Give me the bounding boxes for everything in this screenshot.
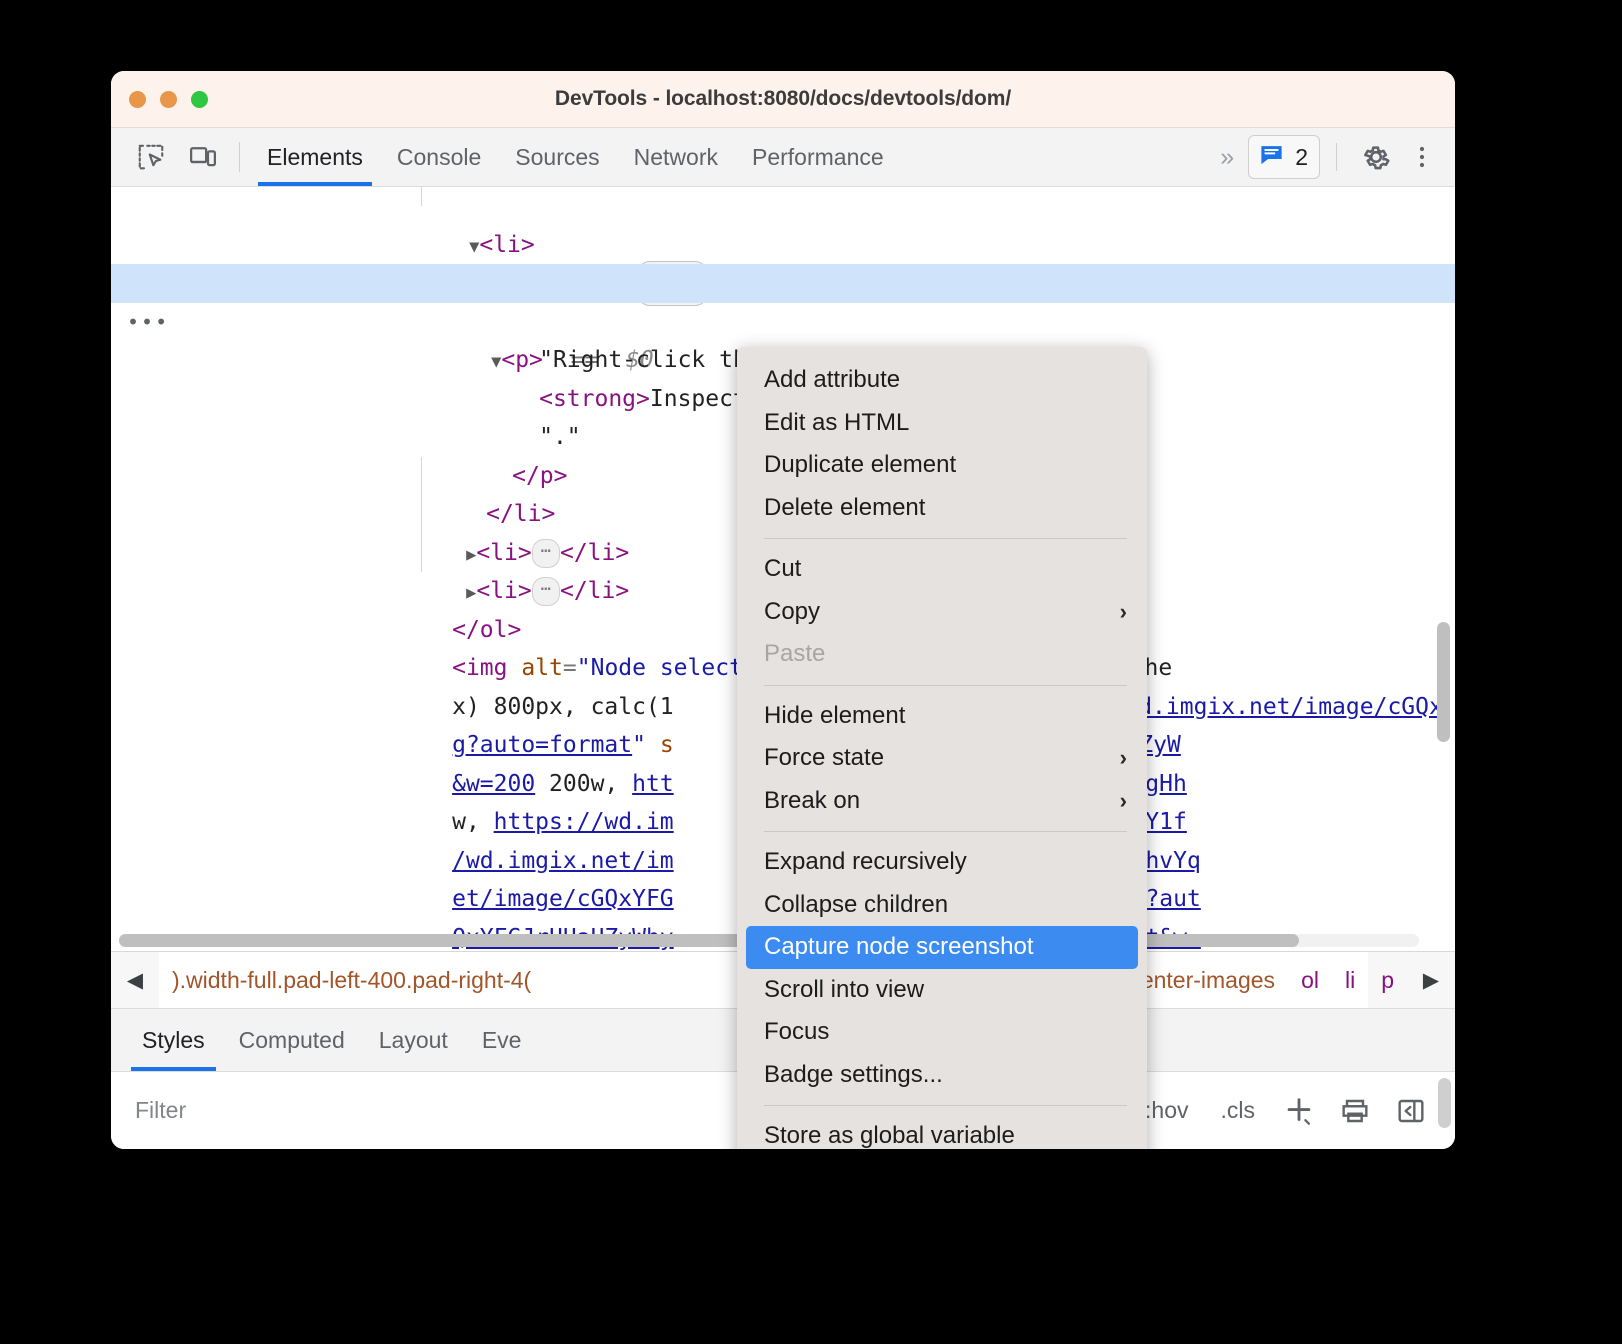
- chevron-right-icon: ›: [1119, 598, 1127, 624]
- context-menu-item-capture-node-screenshot[interactable]: Capture node screenshot: [746, 926, 1138, 969]
- breadcrumb-item-label: li: [1344, 966, 1356, 993]
- context-menu-item-break-on[interactable]: Break on ›: [737, 780, 1147, 823]
- more-tabs-icon[interactable]: »: [1206, 143, 1248, 172]
- kebab-menu-icon[interactable]: [1399, 142, 1445, 172]
- sidebar-tab-label: Computed: [238, 1026, 345, 1053]
- context-menu-item-add-attribute[interactable]: Add attribute: [737, 359, 1147, 402]
- context-menu-item-copy[interactable]: Copy ›: [737, 591, 1147, 634]
- context-menu-item-label: Delete element: [764, 493, 926, 521]
- sidebar-tab-label: Styles: [142, 1026, 205, 1053]
- breadcrumb-scroll-left-icon[interactable]: ◀: [111, 952, 159, 1008]
- print-style-icon[interactable]: [1329, 1095, 1381, 1127]
- sidebar-tab-label: Eve: [481, 1026, 522, 1053]
- context-menu-item-expand-recursively[interactable]: Expand recursively: [737, 841, 1147, 884]
- context-menu-item-label: Edit as HTML: [764, 408, 910, 436]
- sidebar-tab-layout[interactable]: Layout: [362, 1009, 465, 1071]
- breadcrumb-item-p[interactable]: p: [1368, 952, 1407, 1008]
- issues-message-icon: [1258, 141, 1285, 173]
- context-menu-item-store-as-global-variable[interactable]: Store as global variable: [737, 1115, 1147, 1149]
- chevron-right-icon: ›: [1119, 745, 1127, 771]
- issues-badge[interactable]: 2: [1248, 135, 1320, 179]
- context-menu-item-label: Collapse children: [764, 890, 949, 918]
- context-menu-separator: [764, 831, 1127, 832]
- gear-icon[interactable]: [1353, 141, 1399, 173]
- context-menu-item-label: Add attribute: [764, 366, 901, 394]
- tab-console-label: Console: [396, 143, 482, 170]
- devtools-window: DevTools - localhost:8080/docs/devtools/…: [111, 71, 1455, 1149]
- devtools-toolbar: Elements Console Sources Network Perform…: [111, 128, 1455, 187]
- context-menu-item-edit-as-html[interactable]: Edit as HTML: [737, 402, 1147, 445]
- context-menu-item-label: Force state: [764, 744, 885, 772]
- tab-performance[interactable]: Performance: [735, 128, 901, 186]
- context-menu-item-label: Scroll into view: [764, 975, 925, 1003]
- tab-elements[interactable]: Elements: [250, 128, 380, 186]
- window-title: DevTools - localhost:8080/docs/devtools/…: [554, 87, 1012, 110]
- styles-vertical-scrollbar[interactable]: [1438, 1078, 1451, 1128]
- dom-line-li-open[interactable]: ▼<li>: [111, 187, 1455, 258]
- dom-context-menu[interactable]: Add attribute Edit as HTML Duplicate ele…: [737, 347, 1147, 1149]
- window-titlebar: DevTools - localhost:8080/docs/devtools/…: [111, 71, 1455, 128]
- tab-network-label: Network: [633, 143, 718, 170]
- context-menu-separator: [764, 684, 1127, 686]
- dom-line-p-open[interactable]: ••• ▼<p> == $0: [111, 264, 1455, 373]
- context-menu-item-scroll-into-view[interactable]: Scroll into view: [737, 969, 1147, 1012]
- tab-console[interactable]: Console: [380, 128, 498, 186]
- context-menu-item-force-state[interactable]: Force state ›: [737, 737, 1147, 780]
- toolbar-divider-2: [1336, 143, 1337, 171]
- context-menu-item-label: Hide element: [764, 701, 906, 729]
- filter-bar-actions: :hov .cls: [1131, 1094, 1455, 1128]
- context-menu-item-label: Duplicate element: [764, 451, 957, 479]
- sidebar-tab-computed[interactable]: Computed: [222, 1009, 362, 1071]
- context-menu-item-label: Expand recursively: [764, 848, 967, 876]
- tab-elements-label: Elements: [267, 143, 363, 170]
- toggle-sidebar-icon[interactable]: [1385, 1095, 1437, 1127]
- toolbar-divider: [239, 142, 240, 172]
- tab-sources-label: Sources: [515, 143, 600, 170]
- plus-icon[interactable]: [1273, 1094, 1325, 1128]
- breadcrumb-item-ol[interactable]: ol: [1288, 952, 1332, 1008]
- issues-count: 2: [1295, 143, 1308, 170]
- inspect-element-icon[interactable]: [125, 128, 177, 186]
- sidebar-tab-styles[interactable]: Styles: [125, 1009, 222, 1071]
- context-menu-item-label: Focus: [764, 1018, 830, 1046]
- context-menu-item-duplicate-element[interactable]: Duplicate element: [737, 444, 1147, 487]
- context-menu-item-label: Capture node screenshot: [764, 933, 1034, 961]
- context-menu-item-label: Store as global variable: [764, 1122, 1015, 1149]
- tab-network[interactable]: Network: [617, 128, 735, 186]
- dom-line-before[interactable]: ::before flex: [111, 226, 1455, 306]
- breadcrumb-item-label: ol: [1301, 966, 1319, 993]
- cls-toggle-button[interactable]: .cls: [1207, 1097, 1270, 1124]
- context-menu-item-label: Break on: [764, 786, 861, 814]
- device-toolbar-icon[interactable]: [177, 128, 229, 186]
- breadcrumb-item-label: p: [1381, 966, 1394, 993]
- sidebar-tab-event-listeners[interactable]: Eve: [465, 1009, 539, 1071]
- context-menu-item-hide-element[interactable]: Hide element: [737, 695, 1147, 738]
- breadcrumb-item-width-full[interactable]: ).width-full.pad-left-400.pad-right-4(: [159, 952, 545, 1008]
- chevron-right-icon: ›: [1119, 787, 1127, 813]
- tab-sources[interactable]: Sources: [498, 128, 616, 186]
- breadcrumb-item-li[interactable]: li: [1331, 952, 1369, 1008]
- context-menu-item-badge-settings[interactable]: Badge settings...: [737, 1054, 1147, 1097]
- context-menu-item-focus[interactable]: Focus: [737, 1011, 1147, 1054]
- dom-tree-vertical-scrollbar[interactable]: [1437, 622, 1450, 742]
- context-menu-item-collapse-children[interactable]: Collapse children: [737, 884, 1147, 927]
- context-menu-item-delete-element[interactable]: Delete element: [737, 487, 1147, 530]
- context-menu-item-label: Paste: [764, 640, 826, 668]
- toolbar-right-group: » 2: [1206, 128, 1455, 186]
- context-menu-item-label: Badge settings...: [764, 1060, 943, 1088]
- context-menu-item-cut[interactable]: Cut: [737, 548, 1147, 591]
- context-menu-separator: [764, 1105, 1127, 1106]
- context-menu-separator: [764, 538, 1127, 539]
- sidebar-tab-label: Layout: [378, 1026, 448, 1053]
- dom-line-text-1[interactable]: "Right-click the node below and select ": [111, 303, 1455, 373]
- filter-input[interactable]: [133, 1096, 697, 1125]
- breadcrumb-item-label: ).width-full.pad-left-400.pad-right-4(: [172, 966, 532, 993]
- context-menu-item-label: Cut: [764, 555, 802, 583]
- breadcrumb-scroll-right-icon[interactable]: ▶: [1407, 952, 1455, 1008]
- tab-performance-label: Performance: [752, 143, 884, 170]
- context-menu-item-paste: Paste: [737, 633, 1147, 676]
- context-menu-item-label: Copy: [764, 597, 821, 625]
